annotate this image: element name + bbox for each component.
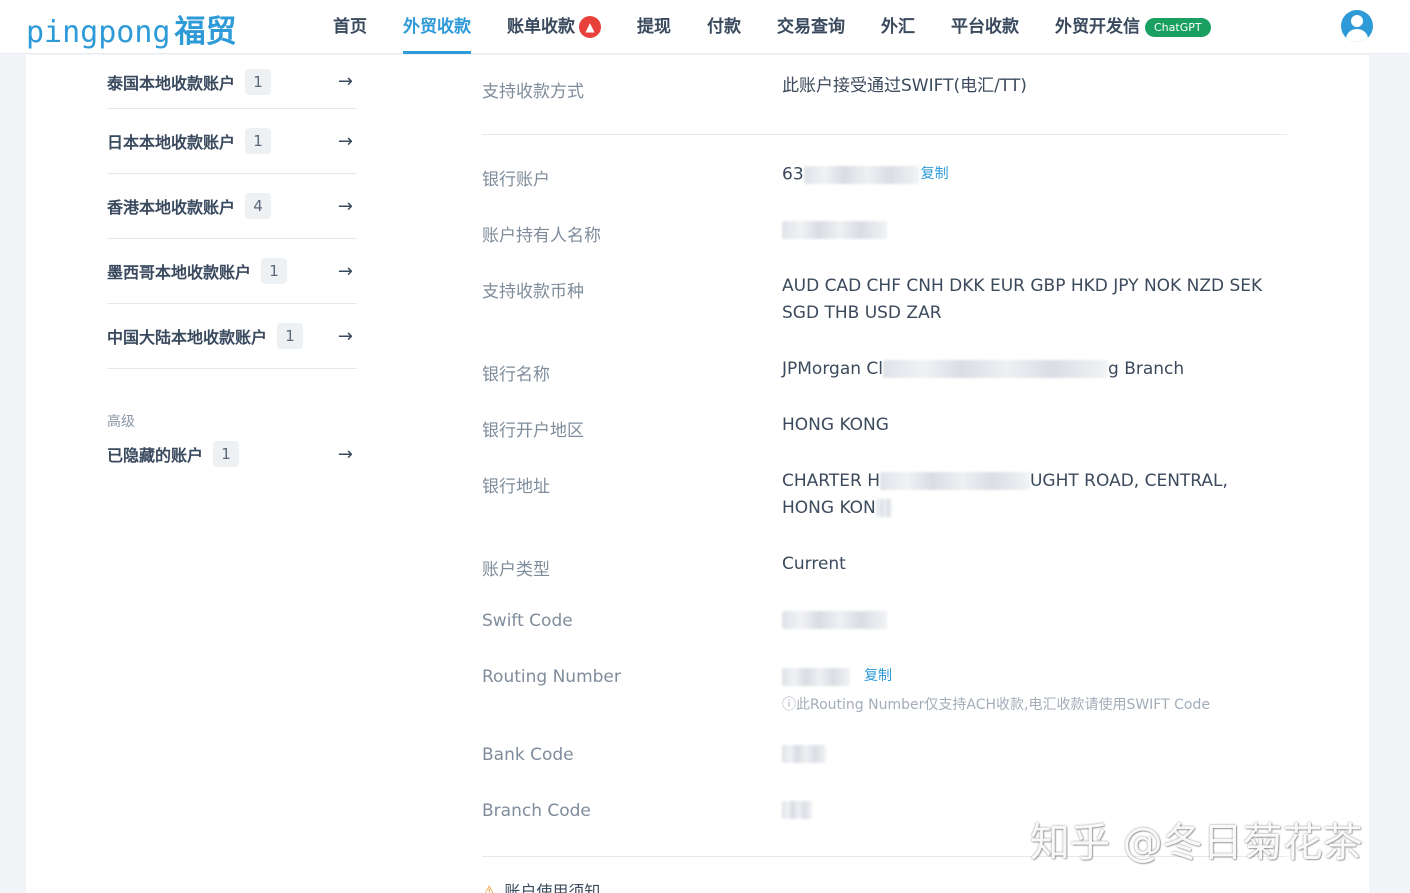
arrow-right-icon[interactable]: → [338, 326, 353, 347]
account-no-label: 银行账户 [482, 170, 550, 190]
account-type-label: 账户类型 [482, 560, 550, 580]
nav-bill-collection-label: 账单收款 [507, 17, 575, 37]
nav-bill-collection[interactable]: 账单收款 ▲ [489, 0, 619, 54]
redacted-block [803, 165, 919, 184]
nav-transactions-label: 交易查询 [777, 17, 845, 37]
sidebar-item-label: 泰国本地收款账户 [107, 73, 236, 93]
routing-label: Routing Number [482, 667, 621, 687]
main-nav: 首页 外贸收款 账单收款 ▲ 提现 付款 交易查询 外汇 平台收款 外贸开发信 Ch… [315, 0, 1229, 54]
count-badge: 4 [245, 193, 272, 219]
redacted-block [782, 221, 887, 239]
sidebar-item-hongkong[interactable]: 香港本地收款账户 4 → [107, 174, 357, 239]
fire-icon: ▲ [579, 16, 601, 38]
copy-routing-button[interactable]: 复制 [864, 668, 892, 684]
nav-platform-collection-label: 平台收款 [951, 17, 1019, 37]
bank-name-end: g Branch [1108, 359, 1185, 379]
sidebar-item-japan[interactable]: 日本本地收款账户 1 → [107, 109, 357, 174]
nav-forex[interactable]: 外汇 [863, 0, 933, 54]
copy-account-button[interactable]: 复制 [921, 166, 949, 182]
methods-value: 此账户接受通过SWIFT(电汇/TT) [782, 76, 1027, 96]
sidebar-item-label: 墨西哥本地收款账户 [107, 263, 252, 282]
nav-home[interactable]: 首页 [315, 0, 385, 54]
routing-value: 复制 ⓘ此Routing Number仅支持ACH收款,电汇收款请使用SWIFT … [782, 663, 1282, 719]
avatar[interactable] [1341, 10, 1373, 42]
redacted-block [875, 499, 892, 517]
arrow-right-icon[interactable]: → [338, 71, 353, 92]
warning-icon: ⚠ [482, 882, 497, 893]
usage-notice[interactable]: ⚠ 账户使用须知 [482, 878, 600, 893]
account-type-value: Current [782, 554, 846, 574]
swift-label: Swift Code [482, 611, 573, 631]
redacted-block [879, 472, 1030, 490]
currencies-value: AUD CAD CHF CNH DKK EUR GBP HKD JPY NOK … [782, 276, 1263, 323]
usage-notice-label: 账户使用须知 [504, 882, 601, 893]
bank-name-value: JPMorgan Cl g Branch [782, 356, 1282, 383]
sidebar-item-mexico[interactable]: 墨西哥本地收款账户 1 → [107, 239, 357, 304]
arrow-right-icon[interactable]: → [338, 261, 353, 282]
count-badge: 1 [261, 258, 288, 284]
nav-payment-label: 付款 [707, 17, 741, 37]
nav-transactions[interactable]: 交易查询 [759, 0, 863, 54]
top-navbar: pingpong 福贸 首页 外贸收款 账单收款 ▲ 提现 付款 交易查询 外汇 … [0, 0, 1410, 54]
sidebar-item-mainland-china[interactable]: 中国大陆本地收款账户 1 → [107, 304, 357, 369]
account-no-prefix: 63 [782, 164, 804, 185]
region-value: HONG KONG [782, 415, 889, 435]
nav-dev-letter-label: 外贸开发信 [1055, 17, 1140, 37]
logo-text-en: pingpong [26, 15, 171, 50]
nav-withdraw-label: 提现 [637, 17, 671, 37]
advanced-section-title: 高级 [107, 414, 135, 430]
redacted-block [782, 801, 812, 819]
sidebar-item-thailand[interactable]: 泰国本地收款账户 1 → [107, 55, 357, 109]
account-sidebar: 泰国本地收款账户 1 → 日本本地收款账户 1 → 香港本地收款账户 4 → 墨… [107, 55, 357, 477]
address-line2: HONG KON [782, 498, 876, 518]
address-end: UGHT ROAD, CENTRAL, [1029, 471, 1228, 491]
redacted-block [782, 667, 850, 686]
arrow-right-icon[interactable]: → [338, 131, 353, 152]
sidebar-item-hidden-accounts[interactable]: 已隐藏的账户 1 → [107, 431, 357, 477]
address-label: 银行地址 [482, 477, 550, 497]
bank-code-label: Bank Code [482, 745, 574, 765]
branch-code-label: Branch Code [482, 801, 591, 821]
logo-text-cn: 福贸 [174, 14, 237, 50]
nav-trade-collection-label: 外贸收款 [403, 17, 471, 37]
nav-payment[interactable]: 付款 [689, 0, 759, 54]
redacted-block [782, 745, 826, 763]
nav-platform-collection[interactable]: 平台收款 [933, 0, 1037, 54]
nav-home-label: 首页 [333, 17, 367, 37]
bank-name-label: 银行名称 [482, 365, 550, 385]
count-badge: 1 [245, 128, 272, 154]
nav-dev-letter[interactable]: 外贸开发信 ChatGPT [1037, 0, 1229, 54]
redacted-block [883, 360, 1109, 378]
nav-trade-collection[interactable]: 外贸收款 [385, 0, 489, 54]
sidebar-item-label: 日本本地收款账户 [107, 133, 236, 152]
holder-label: 账户持有人名称 [482, 226, 601, 246]
bank-name-start: JPMorgan Cl [782, 359, 884, 379]
pingpong-logo[interactable]: pingpong 福贸 [26, 6, 237, 51]
currencies-label: 支持收款币种 [482, 282, 584, 302]
watermark: 知乎 @冬日菊花茶 [1030, 820, 1363, 866]
bank-code-value [782, 741, 1282, 768]
holder-value [782, 217, 1282, 244]
swift-value [782, 607, 1282, 634]
methods-label: 支持收款方式 [482, 82, 584, 102]
count-badge: 1 [213, 441, 240, 467]
redacted-block [782, 611, 887, 629]
account-no-value: 63 复制 [782, 161, 1282, 189]
nav-withdraw[interactable]: 提现 [619, 0, 689, 54]
sidebar-item-label: 已隐藏的账户 [107, 446, 204, 465]
sidebar-item-label: 香港本地收款账户 [107, 198, 236, 217]
nav-forex-label: 外汇 [881, 17, 915, 37]
count-badge: 1 [245, 68, 272, 95]
routing-note: ⓘ此Routing Number仅支持ACH收款,电汇收款请使用SWIFT Co… [782, 696, 1210, 713]
arrow-right-icon[interactable]: → [338, 196, 353, 217]
chatgpt-badge: ChatGPT [1145, 17, 1211, 37]
region-label: 银行开户地区 [482, 421, 584, 441]
address-start: CHARTER H [782, 471, 880, 491]
address-value: CHARTER H UGHT ROAD, CENTRAL, HONG KON [782, 468, 1282, 522]
count-badge: 1 [277, 323, 304, 349]
arrow-right-icon[interactable]: → [338, 444, 353, 465]
divider [482, 134, 1287, 135]
sidebar-item-label: 中国大陆本地收款账户 [107, 328, 268, 347]
